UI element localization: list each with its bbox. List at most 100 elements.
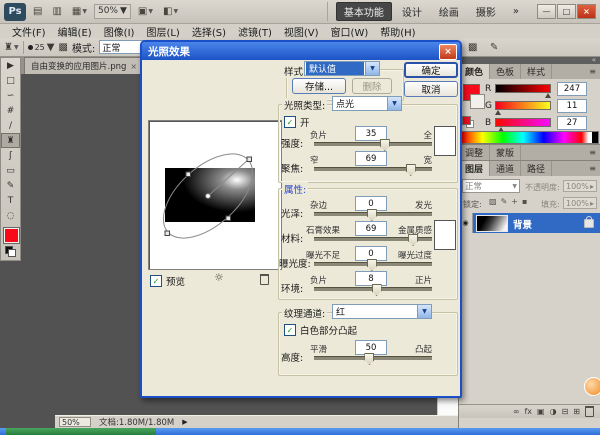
toggle-panels-icon[interactable]: ▩	[468, 42, 477, 53]
mini-foreground-swatch[interactable]	[462, 116, 471, 125]
blue-slider[interactable]	[495, 118, 551, 127]
dropdown-arrow-icon[interactable]: ▼	[387, 97, 401, 110]
ambience-slider[interactable]	[314, 287, 432, 291]
workspace-overflow-icon[interactable]: »	[506, 5, 526, 18]
style-dropdown[interactable]: 默认值 ▼	[304, 61, 380, 76]
intensity-slider[interactable]	[314, 142, 432, 146]
delete-layer-icon[interactable]	[585, 406, 594, 417]
move-tool[interactable]: ▶	[1, 58, 20, 73]
cancel-button[interactable]: 取消	[404, 81, 458, 97]
light-type-dropdown[interactable]: 点光 ▼	[332, 96, 402, 111]
light-color-swatch[interactable]	[434, 126, 456, 156]
pen-tool[interactable]: ✎	[1, 178, 20, 193]
close-button[interactable]: ×	[577, 4, 596, 19]
toggle-clone-source-icon[interactable]: ✎	[490, 42, 498, 53]
rectangular-marquee-tool[interactable]: □	[1, 73, 20, 88]
mini-bridge-icon[interactable]: ▥	[49, 6, 64, 17]
document-tab[interactable]: 自由变换的应用图片.png ×	[24, 57, 144, 74]
spectrum-black-swatch[interactable]	[592, 132, 598, 143]
lasso-tool[interactable]: ∽	[1, 88, 20, 103]
white-is-high-checkbox[interactable]: ✓ 白色部分凸起	[284, 323, 357, 337]
toggle-brush-panel-icon[interactable]: ▩	[58, 42, 67, 53]
type-tool[interactable]: T	[1, 193, 20, 208]
focus-slider[interactable]	[314, 167, 432, 171]
layer-group-icon[interactable]: ⊟	[562, 407, 569, 416]
menu-edit[interactable]: 编辑(E)	[52, 24, 98, 39]
layer-thumbnail[interactable]	[476, 215, 508, 232]
floating-badge[interactable]	[584, 377, 600, 396]
default-colors-icon[interactable]	[5, 246, 14, 255]
adjustment-layer-icon[interactable]: ◑	[550, 407, 557, 416]
layer-row-background[interactable]: ◉ 背景	[459, 213, 600, 233]
add-light-bulb-icon[interactable]: ☼	[214, 271, 224, 284]
lock-paint-icon[interactable]: ✎	[501, 197, 508, 206]
collapse-panels-icon[interactable]: «	[459, 57, 600, 64]
light-handle[interactable]	[226, 216, 231, 221]
tab-close-icon[interactable]: ×	[130, 62, 137, 71]
save-style-button[interactable]: 存储...	[292, 78, 346, 94]
lock-move-icon[interactable]: +	[511, 197, 518, 206]
light-handle[interactable]	[165, 231, 170, 236]
lock-all-icon[interactable]: ▪	[522, 197, 527, 206]
menu-view[interactable]: 视图(V)	[278, 24, 325, 39]
hand-tool[interactable]: ◌	[1, 208, 20, 223]
gloss-slider[interactable]	[314, 212, 432, 216]
bridge-icon[interactable]: ▤	[30, 6, 45, 17]
start-button-edge[interactable]	[6, 428, 156, 435]
color-spectrum-ramp[interactable]	[461, 131, 599, 144]
fill-field[interactable]: 100%▸	[563, 197, 597, 209]
blend-mode-dropdown[interactable]: 正常▼	[462, 179, 520, 193]
light-handle[interactable]	[247, 157, 252, 162]
texture-channel-dropdown[interactable]: 红 ▼	[332, 304, 432, 319]
menu-help[interactable]: 帮助(H)	[374, 24, 421, 39]
menu-select[interactable]: 选择(S)	[186, 24, 232, 39]
tab-layers[interactable]: 图层	[459, 161, 490, 176]
minimize-button[interactable]: —	[537, 4, 556, 19]
material-slider[interactable]	[314, 237, 432, 241]
ok-button[interactable]: 确定	[404, 62, 458, 78]
layer-mask-icon[interactable]: ▣	[537, 407, 545, 416]
workspace-essentials[interactable]: 基本功能	[336, 2, 392, 21]
exposure-slider[interactable]	[314, 262, 432, 266]
menu-filter[interactable]: 滤镜(T)	[232, 24, 278, 39]
eyedropper-tool[interactable]: ∕	[1, 118, 20, 133]
green-value-field[interactable]: 11	[557, 99, 587, 113]
panel-menu-icon[interactable]: ≡	[585, 145, 600, 160]
dialog-title[interactable]: 光照效果	[142, 42, 460, 60]
workspace-painting[interactable]: 绘画	[432, 3, 466, 20]
crop-tool[interactable]: #	[1, 103, 20, 118]
delete-style-button[interactable]: 删除	[352, 78, 392, 94]
new-layer-icon[interactable]: ⊞	[573, 407, 580, 416]
lock-transparent-icon[interactable]: ▨	[489, 197, 497, 206]
red-value-field[interactable]: 247	[557, 82, 587, 96]
light-on-checkbox[interactable]: ✓ 开	[284, 115, 310, 129]
panel-menu-icon[interactable]: ≡	[585, 161, 600, 176]
arrange-documents-icon[interactable]: ▣▼	[135, 6, 156, 17]
green-slider[interactable]	[495, 101, 551, 110]
material-color-swatch[interactable]	[434, 220, 456, 250]
red-slider[interactable]	[495, 84, 551, 93]
status-zoom-field[interactable]: 50%	[59, 417, 91, 427]
delete-light-icon[interactable]	[260, 274, 269, 285]
screen-mode-icon[interactable]: ◧▼	[160, 6, 181, 17]
status-options-icon[interactable]: ▶	[182, 418, 187, 426]
dropdown-arrow-icon[interactable]: ▼	[365, 62, 379, 75]
restore-button[interactable]: □	[557, 4, 576, 19]
workspace-design[interactable]: 设计	[395, 3, 429, 20]
layer-effects-icon[interactable]: fx	[524, 407, 532, 416]
preview-checkbox[interactable]: ✓ 预览	[150, 274, 185, 288]
view-extras-icon[interactable]: ▦▼	[69, 6, 90, 17]
light-center-handle[interactable]	[206, 194, 211, 199]
height-slider[interactable]	[314, 356, 432, 360]
tab-color[interactable]: 颜色	[459, 64, 490, 79]
tab-paths[interactable]: 路径	[521, 161, 552, 176]
menu-image[interactable]: 图像(I)	[98, 24, 141, 39]
background-color-well[interactable]	[470, 94, 485, 109]
panel-menu-icon[interactable]: ≡	[585, 64, 600, 79]
brush-tool[interactable]: ʃ	[1, 148, 20, 163]
green-slider-thumb[interactable]	[495, 110, 501, 115]
dialog-close-icon[interactable]: ×	[439, 44, 457, 60]
zoom-level-field[interactable]: 50%▼	[94, 4, 131, 19]
foreground-color-swatch[interactable]	[4, 228, 19, 243]
dropdown-arrow-icon[interactable]: ▼	[417, 305, 431, 318]
